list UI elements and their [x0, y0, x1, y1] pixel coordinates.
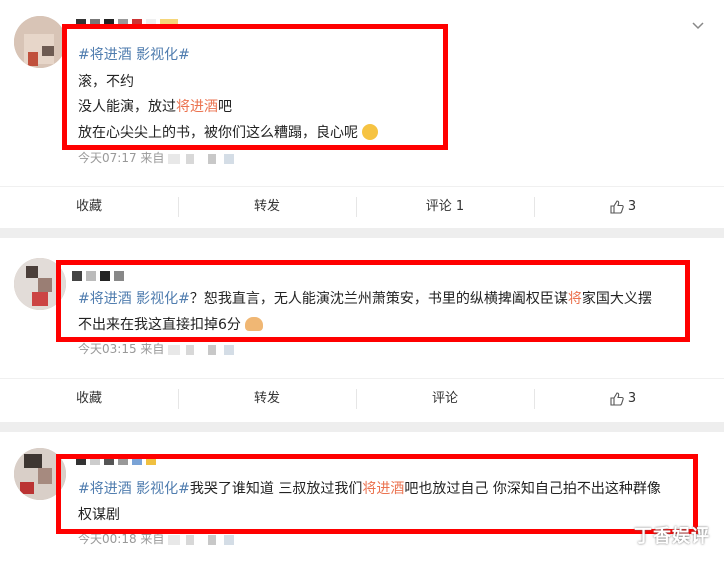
highlight-box: [62, 24, 448, 150]
thumbs-up-icon: [610, 391, 624, 406]
source-redacted: [168, 153, 239, 164]
favorite-button[interactable]: 收藏: [0, 187, 178, 227]
comment-button[interactable]: 评论: [356, 379, 534, 419]
repost-button[interactable]: 转发: [178, 379, 356, 419]
post-time[interactable]: 今天07:17: [78, 151, 137, 165]
post-meta: 今天07:17 来自: [78, 149, 239, 166]
like-button[interactable]: 3: [534, 187, 712, 227]
post-card-3: #将进酒 影视化#我哭了谁知道 三叔放过我们将进酒吧也放过自己 你深知自己拍不出…: [0, 432, 724, 562]
action-bar: 收藏 转发 评论 1 3: [0, 186, 724, 227]
highlight-box: [56, 260, 690, 342]
like-button[interactable]: 3: [534, 379, 712, 419]
thumbs-up-icon: [610, 199, 624, 214]
post-card-1: #将进酒 影视化# 滚，不约 没人能演，放过将进酒吧 放在心尖尖上的书，被你们这…: [0, 0, 724, 228]
comment-button[interactable]: 评论 1: [356, 187, 534, 227]
favorite-button[interactable]: 收藏: [0, 379, 178, 419]
action-bar: 收藏 转发 评论 3: [0, 378, 724, 419]
post-card-2: #将进酒 影视化#？恕我直言，无人能演沈兰州萧策安，书里的纵横捭阖权臣谋将家国大…: [0, 238, 724, 422]
highlight-box: [56, 454, 698, 534]
repost-button[interactable]: 转发: [178, 187, 356, 227]
post-time[interactable]: 今天03:15: [78, 342, 137, 356]
watermark: 丁香娱评: [634, 526, 710, 547]
avatar[interactable]: [14, 16, 66, 68]
source-redacted: [168, 344, 239, 355]
source-redacted: [168, 534, 239, 545]
post-time[interactable]: 今天00:18: [78, 532, 137, 546]
chevron-down-icon[interactable]: [692, 20, 704, 32]
post-meta: 今天03:15 来自: [78, 340, 239, 357]
